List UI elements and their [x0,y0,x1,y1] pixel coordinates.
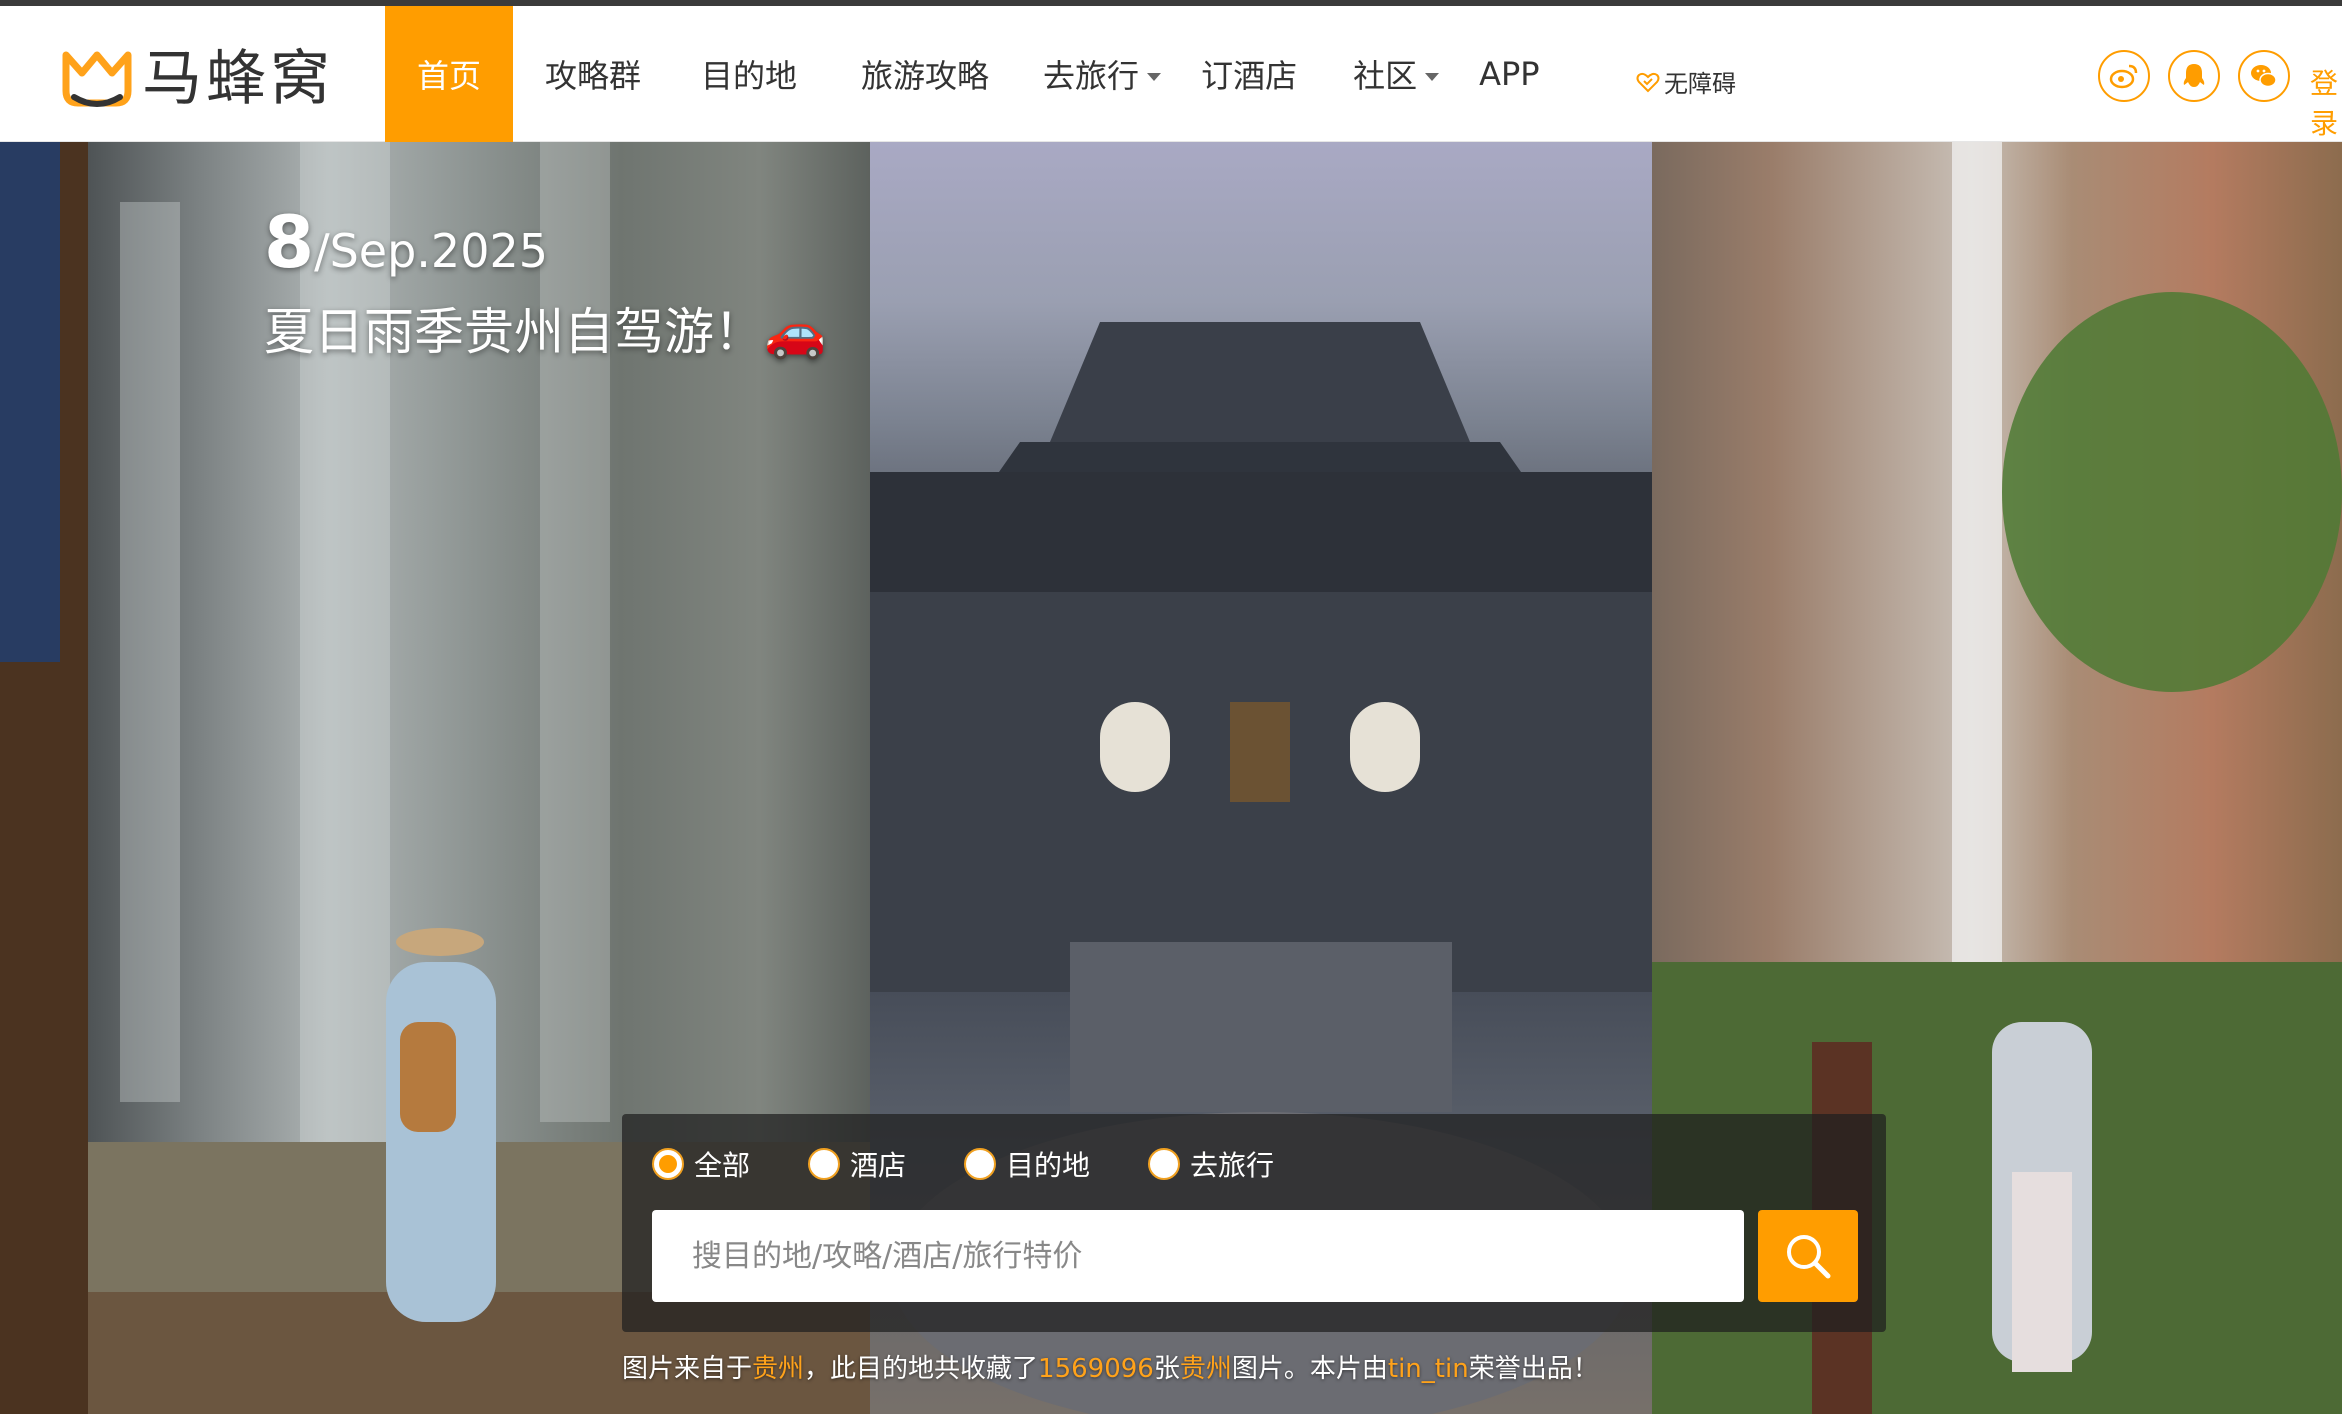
chevron-down-icon [1425,73,1440,81]
chevron-down-icon [1147,73,1162,81]
nav-label: 首页 [416,57,481,95]
radio-label: 去旅行 [1190,1149,1275,1182]
radio-circle [808,1148,841,1180]
nav-label: APP [1479,55,1540,93]
credit-count-link[interactable]: 1569096 [1038,1354,1154,1384]
hero-title[interactable]: 夏日雨季贵州自驾游！🚗 [264,292,826,364]
radio-circle [964,1148,997,1180]
nav-item-app[interactable]: APP [1479,6,1539,142]
mafengwo-logo-icon [62,51,132,107]
credit-place-link[interactable]: 贵州 [1180,1354,1232,1384]
nav-item-go-travel[interactable]: 去旅行 [1043,6,1162,142]
nav-label: 旅游攻略 [861,57,990,95]
logo-text: 马蜂窝 [142,44,334,114]
hero-banner: 8/Sep.2025 夏日雨季贵州自驾游！🚗 全部 酒店 目的地 去旅行 搜目的… [0,142,2342,1414]
radio-circle [652,1148,684,1180]
nav-item-home[interactable]: 首页 [385,6,513,142]
nav-label: 去旅行 [1043,57,1140,95]
credit-text: 图片来自于 [622,1354,753,1384]
radio-circle [1148,1148,1181,1180]
login-link[interactable]: 登录 [2310,62,2342,142]
search-input[interactable] [652,1210,1744,1302]
site-logo[interactable]: 马蜂窝 [60,44,334,114]
credit-text: 图片。本片由 [1231,1354,1388,1384]
nav-label: 订酒店 [1201,57,1298,95]
hero-date: 8/Sep.2025 [264,200,548,284]
radio-all[interactable]: 全部 [652,1144,750,1184]
site-header: 马蜂窝 首页 攻略群 目的地 旅游攻略 去旅行 订酒店 社区 APP 无障碍 登… [0,6,2342,142]
radio-travel[interactable]: 去旅行 [1148,1144,1274,1184]
search-icon [1787,1235,1831,1279]
main-nav: 首页 攻略群 目的地 旅游攻略 去旅行 订酒店 社区 APP [385,6,1540,142]
search-button[interactable] [1758,1210,1858,1302]
nav-item-guide-groups[interactable]: 攻略群 [545,6,641,142]
date-month-year: /Sep.2025 [314,224,548,278]
radio-selected-dot [659,1155,677,1173]
radio-label: 酒店 [850,1149,907,1182]
qq-icon [2183,64,2205,87]
nav-item-destinations[interactable]: 目的地 [701,6,797,142]
credit-text: ，此目的地共收藏了 [804,1354,1039,1384]
qq-button[interactable] [2168,50,2220,102]
photo-credit: 图片来自于贵州，此目的地共收藏了1569096张贵州图片。本片由tin_tin荣… [622,1348,1599,1385]
radio-label: 目的地 [1006,1149,1091,1182]
date-day: 8 [264,200,315,284]
credit-place-link[interactable]: 贵州 [752,1354,804,1384]
wechat-icon [2251,65,2277,88]
wechat-button[interactable] [2238,50,2290,102]
credit-text: 张 [1153,1354,1180,1384]
search-type-options: 全部 酒店 目的地 去旅行 [652,1144,1332,1184]
nav-label: 社区 [1353,57,1418,95]
radio-label: 全部 [694,1149,751,1182]
accessibility-link[interactable]: 无障碍 [1636,64,1736,99]
nav-item-travel-guides[interactable]: 旅游攻略 [861,6,989,142]
credit-text: 荣誉出品！ [1468,1354,1599,1384]
nav-label: 攻略群 [545,57,642,95]
accessibility-label: 无障碍 [1664,70,1736,98]
nav-label: 目的地 [701,57,798,95]
search-panel: 全部 酒店 目的地 去旅行 [622,1114,1886,1332]
radio-hotel[interactable]: 酒店 [808,1144,906,1184]
weibo-icon [2109,64,2138,89]
nav-item-hotels[interactable]: 订酒店 [1201,6,1297,142]
heart-icon [1636,72,1660,92]
radio-destination[interactable]: 目的地 [964,1144,1090,1184]
weibo-button[interactable] [2098,50,2150,102]
credit-author-link[interactable]: tin_tin [1388,1354,1469,1384]
nav-item-community[interactable]: 社区 [1353,6,1440,142]
